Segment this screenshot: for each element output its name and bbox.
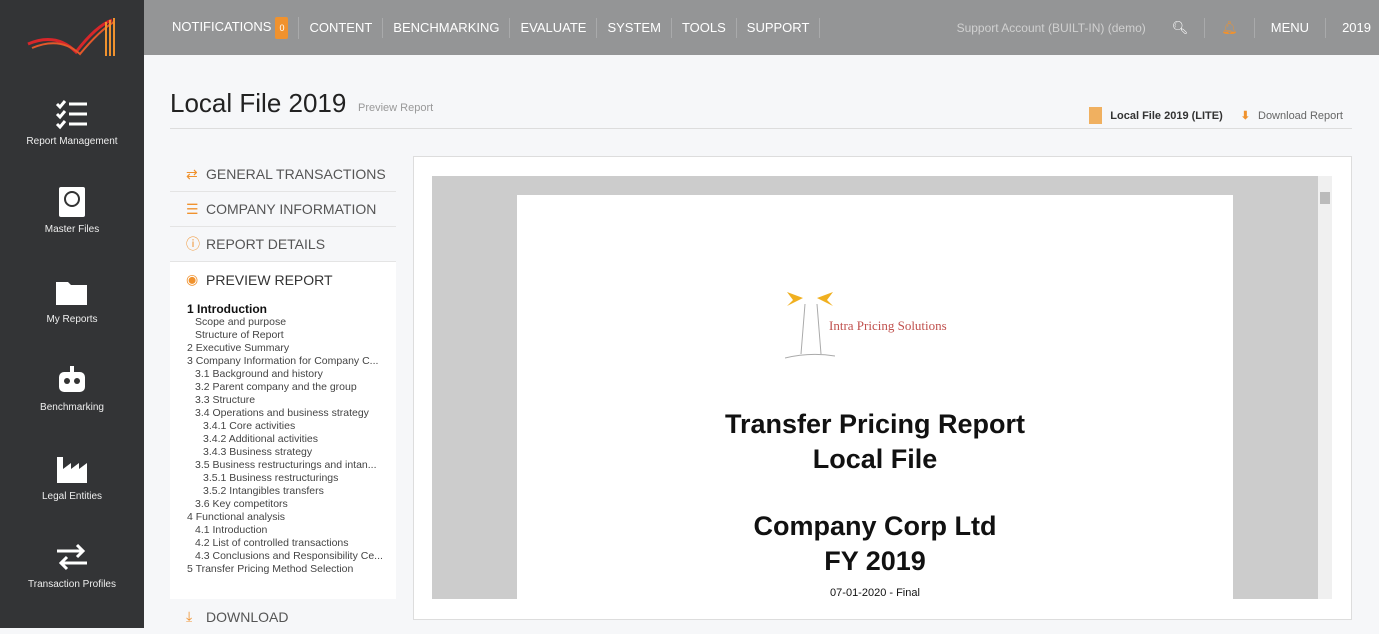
file-code-icon <box>1089 107 1103 124</box>
toc-item[interactable]: Structure of Report <box>187 329 387 342</box>
toc-item[interactable]: 3.2 Parent company and the group <box>187 381 387 394</box>
nav-content[interactable]: CONTENT <box>299 17 384 38</box>
nav-benchmarking[interactable]: BENCHMARKING <box>383 17 511 38</box>
swap-icon <box>57 543 87 571</box>
folder-icon <box>56 282 87 305</box>
app-logo[interactable] <box>26 16 118 58</box>
toc-item[interactable]: 3.5.1 Business restructurings <box>187 472 387 485</box>
year-selector[interactable]: 2019 <box>1342 20 1371 35</box>
sidebar-item-transaction-profiles[interactable]: Transaction Profiles <box>0 541 144 590</box>
checklist-icon <box>55 100 87 130</box>
nav-tools[interactable]: TOOLS <box>672 17 737 38</box>
toc-item[interactable]: 3.4.3 Business strategy <box>187 446 387 459</box>
toc-item[interactable]: 3.5.2 Intangibles transfers <box>187 485 387 498</box>
sidebar-item-master-files[interactable]: Master Files <box>0 186 144 235</box>
toc-item[interactable]: 5 Transfer Pricing Method Selection <box>187 563 387 576</box>
menu-button[interactable]: MENU <box>1271 20 1309 35</box>
report-preview: Intra Pricing Solutions Transfer Pricing… <box>413 156 1352 620</box>
toc-item[interactable]: 4 Functional analysis <box>187 511 387 524</box>
toc-item[interactable]: 3.3 Structure <box>187 394 387 407</box>
toc-item[interactable]: 3.5 Business restructurings and intan... <box>187 459 387 472</box>
nav-system[interactable]: SYSTEM <box>597 17 672 38</box>
list-icon: ☰ <box>186 200 199 217</box>
factory-icon <box>57 457 87 483</box>
nav-support[interactable]: SUPPORT <box>737 17 821 38</box>
header-divider <box>170 128 1352 129</box>
preview-scrollbar[interactable] <box>1318 176 1332 599</box>
info-icon: ⓘ <box>186 236 200 252</box>
double-chevron-down-icon: ⬇ <box>1240 110 1250 122</box>
sidebar-item-legal-entities[interactable]: Legal Entities <box>0 453 144 502</box>
toc-item[interactable]: 4.1 Introduction <box>187 524 387 537</box>
toc-item[interactable]: 3.1 Background and history <box>187 368 387 381</box>
robot-icon <box>59 366 85 392</box>
account-name[interactable]: Support Account (BUILT-IN) (demo) <box>957 21 1146 35</box>
document-page: Intra Pricing Solutions Transfer Pricing… <box>517 195 1233 599</box>
toc-item[interactable]: 4.2 List of controlled transactions <box>187 537 387 550</box>
sidebar-item-benchmarking[interactable]: Benchmarking <box>0 364 144 413</box>
sidebar-item-report-management[interactable]: Report Management <box>0 98 144 147</box>
document-fy: FY 2019 <box>824 546 926 576</box>
page-subtitle: Preview Report <box>358 102 434 114</box>
toc-item[interactable]: 4.3 Conclusions and Responsibility Ce... <box>187 550 387 563</box>
eye-icon: ◉ <box>186 271 199 287</box>
bell-icon[interactable]: 🔔︎ <box>1221 20 1238 36</box>
nav-notifications[interactable]: NOTIFICATIONS 0 <box>162 16 300 39</box>
globe-book-icon <box>59 187 85 217</box>
toc-item[interactable]: 3.4.1 Core activities <box>187 420 387 433</box>
nav-evaluate[interactable]: EVALUATE <box>510 17 598 38</box>
toc-item[interactable]: 3.4 Operations and business strategy <box>187 407 387 420</box>
toc-item[interactable]: 3 Company Information for Company C... <box>187 355 387 368</box>
table-of-contents: 1 Introduction Scope and purpose Structure… <box>170 297 396 599</box>
sidebar: Report Management Master Files My Reports B… <box>0 0 144 628</box>
top-nav-bar: NOTIFICATIONS 0 CONTENT BENCHMARKING EVALUAT… <box>144 0 1379 55</box>
document-title: Transfer Pricing Report <box>724 409 1026 439</box>
document-date: 07-01-2020 - Final <box>830 587 920 599</box>
download-report-button[interactable]: ⬇ Download Report <box>1240 109 1343 123</box>
swap-icon: ⇄ <box>186 165 198 182</box>
company-logo: Intra Pricing Solutions <box>785 290 947 360</box>
section-report-details[interactable]: ⓘ REPORT DETAILS <box>170 227 396 262</box>
report-sections-panel: ⇄ GENERAL TRANSACTIONS ☰ COMPANY INFORMATI… <box>170 157 396 634</box>
toc-item[interactable]: Scope and purpose <box>187 316 387 329</box>
toc-item[interactable]: 2 Executive Summary <box>187 342 387 355</box>
toc-item[interactable]: 3.6 Key competitors <box>187 498 387 511</box>
sidebar-item-my-reports[interactable]: My Reports <box>0 276 144 325</box>
toc-item[interactable]: 3.4.2 Additional activities <box>187 433 387 446</box>
search-icon[interactable]: 🔍︎ <box>1172 20 1189 36</box>
document-subtitle: Local File <box>812 444 938 474</box>
notification-count-badge: 0 <box>275 16 289 39</box>
toc-item[interactable]: 1 Introduction <box>187 303 387 316</box>
section-company-information[interactable]: ☰ COMPANY INFORMATION <box>170 192 396 227</box>
section-preview-report[interactable]: ◉ PREVIEW REPORT <box>170 262 396 297</box>
section-general-transactions[interactable]: ⇄ GENERAL TRANSACTIONS <box>170 157 396 192</box>
section-download[interactable]: ⤓ DOWNLOAD <box>170 599 396 634</box>
download-icon: ⤓ <box>186 608 193 624</box>
document-company: Company Corp Ltd <box>753 511 997 541</box>
report-template-label[interactable]: Local File 2019 (LITE) <box>1110 110 1222 122</box>
page-title: Local File 2019 <box>170 88 347 118</box>
